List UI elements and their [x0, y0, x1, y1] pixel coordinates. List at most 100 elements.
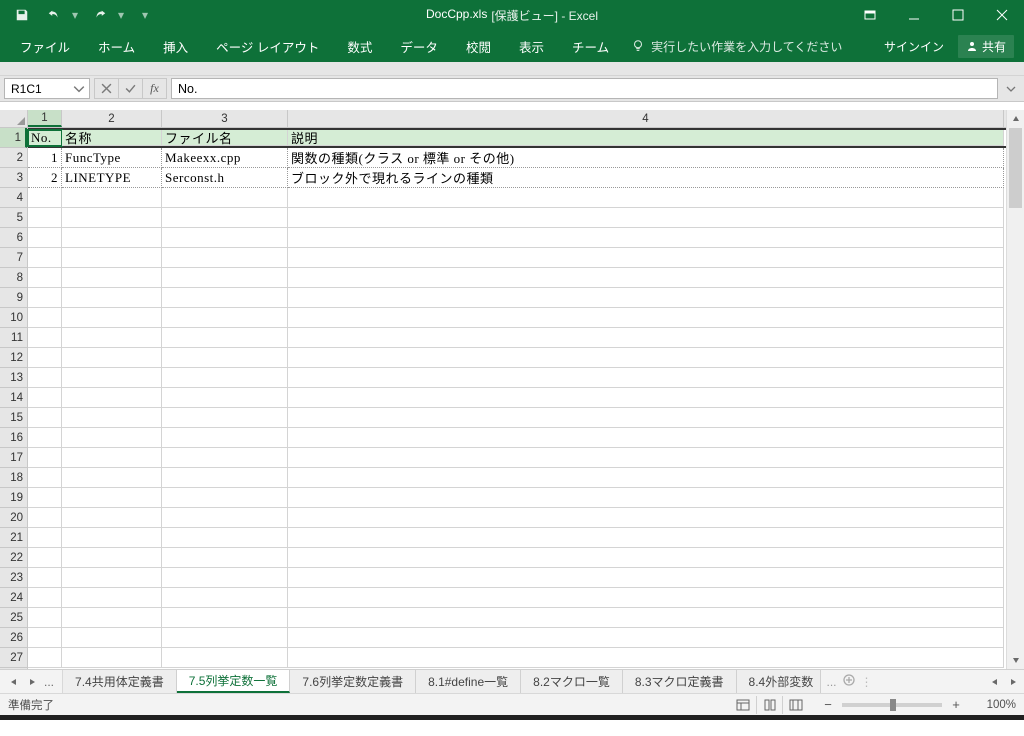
redo-dropdown-icon[interactable]: ▾ — [118, 8, 128, 22]
cell[interactable] — [62, 408, 162, 428]
cell[interactable]: LINETYPE — [62, 168, 162, 188]
zoom-percent[interactable]: 100% — [976, 699, 1016, 711]
row-header[interactable]: 6 — [0, 228, 27, 248]
cell[interactable] — [288, 228, 1004, 248]
zoom-out-button[interactable]: − — [820, 697, 836, 713]
cell[interactable] — [62, 348, 162, 368]
cell[interactable] — [288, 248, 1004, 268]
tab-file[interactable]: ファイル — [6, 30, 84, 62]
cell[interactable] — [288, 388, 1004, 408]
cell[interactable] — [28, 388, 62, 408]
sheet-tab[interactable]: 8.4外部変数 — [737, 670, 821, 693]
enter-formula-button[interactable] — [118, 79, 142, 98]
cell[interactable] — [28, 508, 62, 528]
cell[interactable] — [162, 228, 288, 248]
cell[interactable] — [162, 568, 288, 588]
zoom-in-button[interactable]: + — [948, 697, 964, 713]
cell[interactable] — [288, 348, 1004, 368]
tabs-menu-icon[interactable]: ⋮ — [861, 675, 873, 689]
cell[interactable] — [62, 548, 162, 568]
cell[interactable] — [162, 468, 288, 488]
scroll-down-button[interactable] — [1007, 651, 1024, 669]
cell[interactable] — [28, 268, 62, 288]
cell[interactable] — [62, 288, 162, 308]
cells-area[interactable]: No.名称ファイル名説明1FuncTypeMakeexx.cpp関数の種類(クラ… — [28, 128, 1006, 669]
cell[interactable] — [28, 568, 62, 588]
cell[interactable] — [288, 608, 1004, 628]
cell[interactable] — [288, 188, 1004, 208]
sheet-tab[interactable]: 8.1#define一覧 — [416, 670, 521, 693]
cell[interactable] — [62, 228, 162, 248]
cell[interactable] — [62, 508, 162, 528]
cell[interactable]: ブロック外で現れるラインの種類 — [288, 168, 1004, 188]
cell[interactable] — [28, 528, 62, 548]
cell[interactable] — [288, 548, 1004, 568]
cell[interactable] — [288, 528, 1004, 548]
cell[interactable] — [162, 608, 288, 628]
cell[interactable] — [162, 408, 288, 428]
cell[interactable] — [288, 648, 1004, 668]
cell[interactable] — [288, 468, 1004, 488]
cell[interactable] — [28, 428, 62, 448]
cell[interactable] — [62, 328, 162, 348]
cell[interactable] — [288, 208, 1004, 228]
row-header[interactable]: 25 — [0, 608, 27, 628]
redo-button[interactable] — [86, 3, 114, 27]
cell[interactable] — [288, 328, 1004, 348]
scroll-up-button[interactable] — [1007, 110, 1024, 128]
vertical-scrollbar[interactable] — [1006, 110, 1024, 669]
normal-view-button[interactable] — [730, 696, 756, 714]
cell[interactable] — [28, 448, 62, 468]
cell[interactable] — [288, 308, 1004, 328]
cell[interactable] — [62, 648, 162, 668]
cell[interactable] — [62, 368, 162, 388]
cell[interactable] — [288, 288, 1004, 308]
cell[interactable] — [28, 208, 62, 228]
signin-link[interactable]: サインイン — [884, 38, 944, 55]
close-button[interactable] — [980, 0, 1024, 30]
cell[interactable] — [28, 588, 62, 608]
cell[interactable] — [62, 388, 162, 408]
cell[interactable] — [162, 288, 288, 308]
cell[interactable] — [28, 628, 62, 648]
row-header[interactable]: 27 — [0, 648, 27, 668]
tab-home[interactable]: ホーム — [84, 30, 149, 62]
cell[interactable] — [62, 308, 162, 328]
hscroll-left-button[interactable] — [986, 673, 1004, 691]
row-header[interactable]: 4 — [0, 188, 27, 208]
row-header[interactable]: 14 — [0, 388, 27, 408]
cell[interactable] — [288, 588, 1004, 608]
sheet-tab[interactable]: 8.2マクロ一覧 — [521, 670, 623, 693]
row-header[interactable]: 16 — [0, 428, 27, 448]
row-header[interactable]: 13 — [0, 368, 27, 388]
cell[interactable]: No. — [28, 130, 62, 146]
cell[interactable] — [288, 268, 1004, 288]
cell[interactable] — [62, 468, 162, 488]
cell[interactable] — [162, 388, 288, 408]
row-header[interactable]: 2 — [0, 148, 27, 168]
cell[interactable] — [62, 248, 162, 268]
cell[interactable] — [162, 248, 288, 268]
cell[interactable] — [62, 528, 162, 548]
cell[interactable]: 関数の種類(クラス or 標準 or その他) — [288, 148, 1004, 168]
cell[interactable] — [162, 208, 288, 228]
cell[interactable] — [162, 268, 288, 288]
cell[interactable] — [28, 328, 62, 348]
sheet-tab[interactable]: 8.3マクロ定義書 — [623, 670, 737, 693]
cell[interactable] — [62, 428, 162, 448]
tab-page-layout[interactable]: ページ レイアウト — [202, 30, 333, 62]
cell[interactable] — [162, 628, 288, 648]
row-header[interactable]: 26 — [0, 628, 27, 648]
sheet-tab[interactable]: 7.6列挙定数定義書 — [290, 670, 416, 693]
cell[interactable] — [28, 368, 62, 388]
hscroll-right-button[interactable] — [1004, 673, 1022, 691]
cell[interactable] — [162, 188, 288, 208]
cell[interactable] — [28, 468, 62, 488]
column-header[interactable]: 2 — [62, 110, 162, 127]
select-all-button[interactable] — [0, 110, 28, 128]
page-break-view-button[interactable] — [782, 696, 808, 714]
undo-dropdown-icon[interactable]: ▾ — [72, 8, 82, 22]
tab-insert[interactable]: 挿入 — [149, 30, 202, 62]
cell[interactable] — [28, 408, 62, 428]
cell[interactable] — [162, 528, 288, 548]
